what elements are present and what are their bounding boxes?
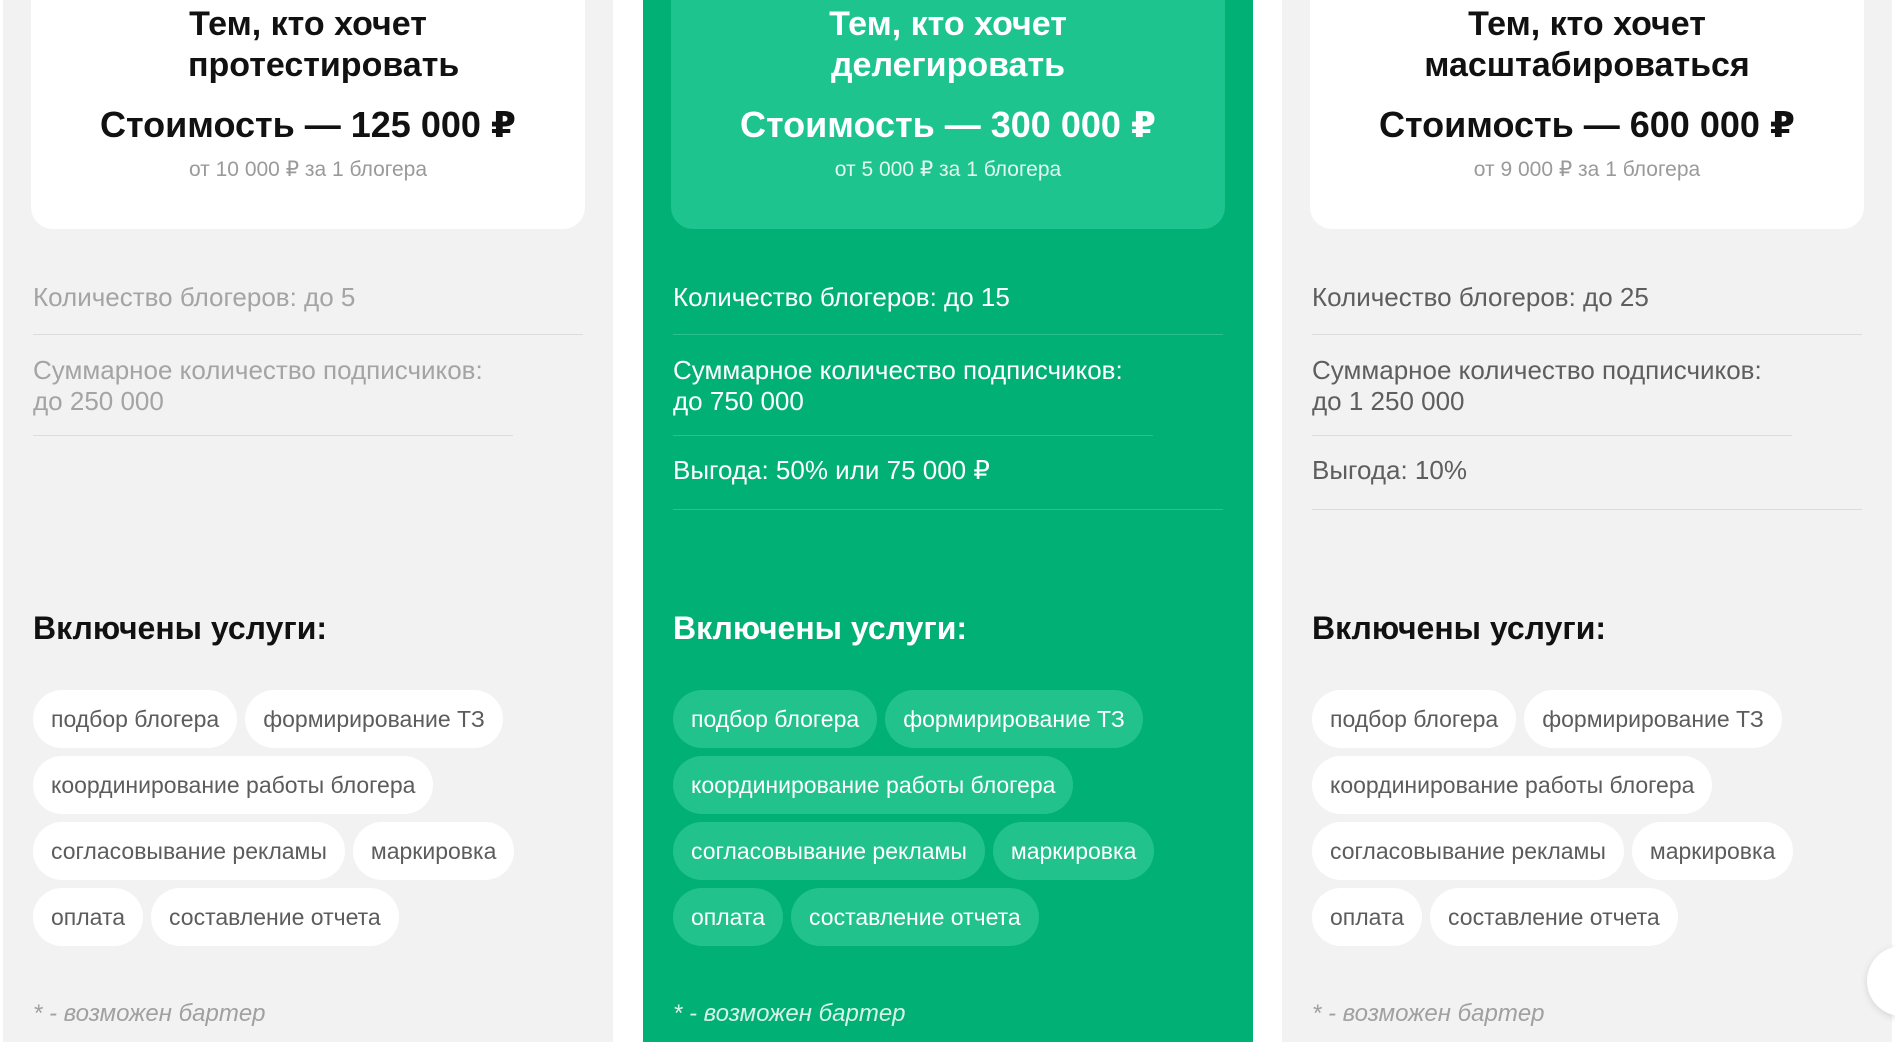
service-chip: формирирование ТЗ — [1524, 690, 1782, 748]
plan-per-blogger: от 5 000 ₽ за 1 блогера — [834, 158, 1062, 181]
service-chip: координирование работы блогера — [33, 756, 434, 814]
services-list: подбор блогера формирирование ТЗ координ… — [33, 690, 573, 946]
service-chip: формирирование ТЗ — [885, 690, 1143, 748]
feature-subscribers: Суммарное количество подписчиков: до 250… — [33, 355, 513, 436]
plan-title: Тем, кто хочет делегировать — [829, 5, 1067, 84]
service-chip: координирование работы блогера — [673, 756, 1074, 814]
service-chip: оплата — [33, 888, 144, 946]
feature-bloggers: Количество блогеров: до 5 — [33, 282, 583, 335]
barter-note: * - возможен бартер — [1312, 1000, 1545, 1027]
plan-card-delegate: Тем, кто хочет делегировать Стоимость — … — [643, 0, 1253, 1042]
service-chip: подбор блогера — [1312, 690, 1517, 748]
services-title: Включены услуги: — [673, 610, 968, 646]
plan-per-blogger: от 10 000 ₽ за 1 блогера — [188, 158, 428, 181]
plan-card-test: Тем, кто хочет протестировать Стоимость … — [3, 0, 613, 1042]
feature-bloggers: Количество блогеров: до 25 — [1312, 282, 1862, 335]
service-chip: согласовывание рекламы — [1312, 822, 1624, 880]
barter-note: * - возможен бартер — [673, 1000, 906, 1027]
service-chip: составление отчета — [151, 888, 399, 946]
feature-benefit: Выгода: 10% — [1312, 455, 1862, 510]
feature-subscribers: Суммарное количество подписчиков: до 1 2… — [1312, 355, 1792, 436]
service-chip: составление отчета — [791, 888, 1039, 946]
plan-card-scale: Тем, кто хочет масштабироваться Стоимост… — [1282, 0, 1892, 1042]
plan-price: Стоимость — 300 000 ₽ — [740, 104, 1156, 145]
plan-title: Тем, кто хочет протестировать — [188, 5, 460, 84]
barter-note: * - возможен бартер — [33, 1000, 266, 1027]
service-chip: подбор блогера — [33, 690, 238, 748]
feature-subscribers: Суммарное количество подписчиков: до 750… — [673, 355, 1153, 436]
services-title: Включены услуги: — [1312, 610, 1607, 646]
service-chip: подбор блогера — [673, 690, 878, 748]
plan-title: Тем, кто хочет масштабироваться — [1424, 5, 1750, 84]
plan-per-blogger: от 9 000 ₽ за 1 блогера — [1473, 158, 1701, 181]
service-chip: маркировка — [352, 822, 515, 880]
services-list: подбор блогера формирирование ТЗ координ… — [673, 690, 1213, 946]
service-chip: оплата — [1312, 888, 1423, 946]
service-chip: маркировка — [1631, 822, 1794, 880]
feature-benefit: Выгода: 50% или 75 000 ₽ — [673, 455, 1223, 510]
service-chip: маркировка — [992, 822, 1155, 880]
services-list: подбор блогера формирирование ТЗ координ… — [1312, 690, 1852, 946]
plan-header: Тем, кто хочет масштабироваться Стоимост… — [1310, 0, 1864, 229]
plan-header: Тем, кто хочет делегировать Стоимость — … — [671, 0, 1225, 229]
plan-price: Стоимость — 600 000 ₽ — [1379, 104, 1795, 145]
plan-header: Тем, кто хочет протестировать Стоимость … — [31, 0, 585, 229]
service-chip: согласовывание рекламы — [673, 822, 985, 880]
service-chip: оплата — [673, 888, 784, 946]
service-chip: согласовывание рекламы — [33, 822, 345, 880]
service-chip: формирирование ТЗ — [245, 690, 503, 748]
services-title: Включены услуги: — [33, 610, 328, 646]
service-chip: составление отчета — [1430, 888, 1678, 946]
plan-price: Стоимость — 125 000 ₽ — [100, 104, 516, 145]
feature-bloggers: Количество блогеров: до 15 — [673, 282, 1223, 335]
service-chip: координирование работы блогера — [1312, 756, 1713, 814]
